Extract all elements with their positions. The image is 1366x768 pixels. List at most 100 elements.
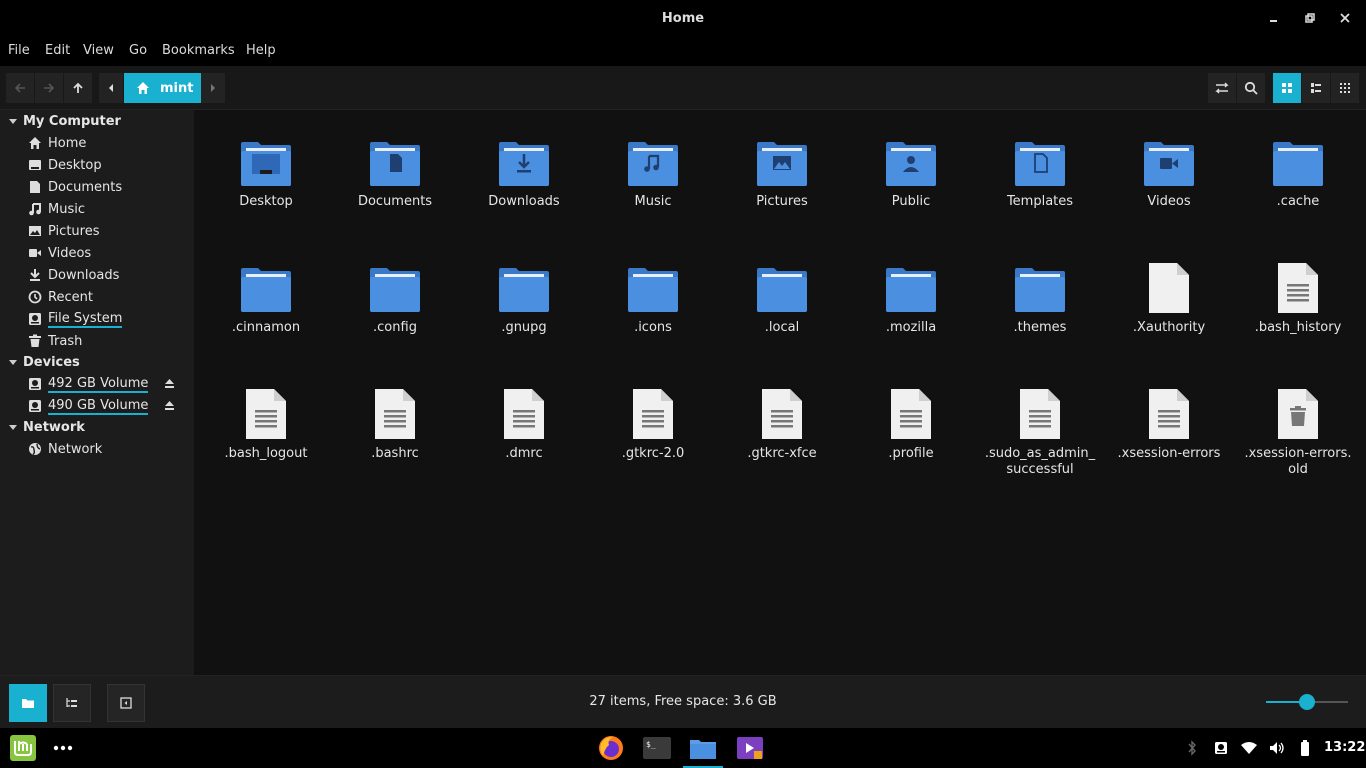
sidebar-item-home[interactable]: Home [28, 133, 86, 153]
text-file-icon [1278, 263, 1318, 313]
mint-menu-button[interactable] [8, 732, 38, 764]
sidebar-item-recent[interactable]: Recent [28, 287, 93, 307]
sidebar-item-label: Recent [48, 289, 93, 305]
back-button[interactable] [6, 73, 34, 103]
file-item[interactable]: .xsession-errors [1109, 384, 1229, 462]
eject-button[interactable] [164, 378, 175, 392]
minimize-button[interactable] [1264, 9, 1284, 29]
file-item[interactable]: Music [593, 132, 713, 210]
file-item[interactable]: Videos [1109, 132, 1229, 210]
breadcrumb-home[interactable]: mint [124, 73, 201, 103]
file-item[interactable]: .cinnamon [206, 258, 326, 336]
files-taskbar-button[interactable] [683, 732, 723, 768]
breadcrumb-right-button[interactable] [201, 73, 225, 103]
sidebar-item-volume-490[interactable]: 490 GB Volume [28, 396, 149, 416]
file-item[interactable]: .gtkrc-2.0 [593, 384, 713, 462]
folder-icon [1144, 142, 1194, 186]
folder-icon [499, 142, 549, 186]
menu-bookmarks[interactable]: Bookmarks [162, 43, 235, 58]
list-view-button[interactable] [1302, 73, 1330, 103]
file-item[interactable]: .local [722, 258, 842, 336]
sidebar-item-pictures[interactable]: Pictures [28, 221, 99, 241]
file-item[interactable]: .bashrc [335, 384, 455, 462]
file-item[interactable]: .icons [593, 258, 713, 336]
file-item-icon [206, 132, 326, 188]
clock-icon [28, 290, 42, 304]
sidebar-item-music[interactable]: Music [28, 199, 85, 219]
more-dots-icon [53, 745, 73, 751]
search-button[interactable] [1237, 73, 1265, 103]
text-file-icon [246, 389, 286, 439]
removable-drive-indicator[interactable] [1210, 732, 1232, 764]
zoom-slider[interactable] [1266, 694, 1348, 710]
file-item[interactable]: .themes [980, 258, 1100, 336]
file-item[interactable]: .dmrc [464, 384, 584, 462]
file-item[interactable]: .config [335, 258, 455, 336]
sidebar-item-network[interactable]: Network [28, 439, 102, 459]
file-item[interactable]: .xsession-errors. old [1238, 384, 1358, 478]
sidebar-item-videos[interactable]: Videos [28, 243, 91, 263]
speaker-icon [1270, 742, 1284, 754]
file-item-label: .dmrc [505, 446, 543, 461]
file-item[interactable]: .cache [1238, 132, 1358, 210]
sidebar-item-desktop[interactable]: Desktop [28, 155, 102, 175]
file-item[interactable]: .bash_history [1238, 258, 1358, 336]
maximize-button[interactable] [1300, 9, 1320, 29]
file-grid[interactable]: Desktop Documents Downloads Music Pictures Pu… [194, 110, 1366, 675]
firefox-taskbar-button[interactable] [594, 732, 628, 764]
file-item[interactable]: Pictures [722, 132, 842, 210]
volume-indicator[interactable] [1266, 732, 1288, 764]
title-bar: Home [0, 0, 1366, 38]
file-item[interactable]: .gnupg [464, 258, 584, 336]
menu-go[interactable]: Go [129, 43, 147, 58]
chevron-down-icon [9, 118, 17, 124]
menu-help[interactable]: Help [246, 43, 276, 58]
menu-edit[interactable]: Edit [45, 43, 70, 58]
file-item[interactable]: .bash_logout [206, 384, 326, 462]
clock[interactable]: 13:22 [1324, 740, 1365, 755]
sidebar-item-trash[interactable]: Trash [28, 331, 82, 351]
file-item[interactable]: Documents [335, 132, 455, 210]
sidebar-item-documents[interactable]: Documents [28, 177, 122, 197]
sidebar-section-network[interactable]: Network [8, 420, 85, 435]
terminal-taskbar-button[interactable]: $_ [640, 732, 674, 764]
file-item-icon [722, 384, 842, 440]
section-title: Devices [23, 355, 80, 370]
menu-view[interactable]: View [83, 43, 114, 58]
file-item-icon [1238, 258, 1358, 314]
compact-view-button[interactable] [1331, 73, 1359, 103]
sidebar-section-devices[interactable]: Devices [8, 355, 80, 370]
wifi-indicator[interactable] [1238, 732, 1260, 764]
file-item-icon [980, 384, 1100, 440]
file-item[interactable]: Downloads [464, 132, 584, 210]
file-item[interactable]: Templates [980, 132, 1100, 210]
sidebar-item-downloads[interactable]: Downloads [28, 265, 119, 285]
file-item[interactable]: Desktop [206, 132, 326, 210]
file-item[interactable]: .sudo_as_admin_ successful [980, 384, 1100, 478]
file-item[interactable]: .profile [851, 384, 971, 462]
file-item[interactable]: .Xauthority [1109, 258, 1229, 336]
sidebar-section-my-computer[interactable]: My Computer [8, 114, 121, 129]
media-player-taskbar-button[interactable] [733, 732, 767, 764]
eject-button[interactable] [164, 400, 175, 414]
up-button[interactable] [64, 73, 92, 103]
bluetooth-indicator[interactable] [1182, 732, 1202, 764]
file-item[interactable]: Public [851, 132, 971, 210]
sidebar-item-file-system[interactable]: File System [28, 309, 123, 329]
menu-file[interactable]: File [8, 43, 30, 58]
icon-view-button[interactable] [1273, 73, 1301, 103]
file-item-icon [593, 384, 713, 440]
battery-indicator[interactable] [1294, 732, 1316, 764]
close-button[interactable] [1335, 9, 1355, 29]
toggle-location-button[interactable] [1208, 73, 1236, 103]
sidebar-item-label: 490 GB Volume [48, 397, 149, 415]
forward-button[interactable] [35, 73, 63, 103]
show-apps-button[interactable] [50, 732, 76, 764]
file-item-label: .xsession-errors [1117, 446, 1221, 461]
desktop-icon [29, 160, 41, 170]
zoom-slider-handle[interactable] [1299, 694, 1315, 710]
file-item[interactable]: .gtkrc-xfce [722, 384, 842, 462]
sidebar-item-volume-492[interactable]: 492 GB Volume [28, 374, 149, 394]
file-item[interactable]: .mozilla [851, 258, 971, 336]
breadcrumb-left-button[interactable] [99, 73, 123, 103]
